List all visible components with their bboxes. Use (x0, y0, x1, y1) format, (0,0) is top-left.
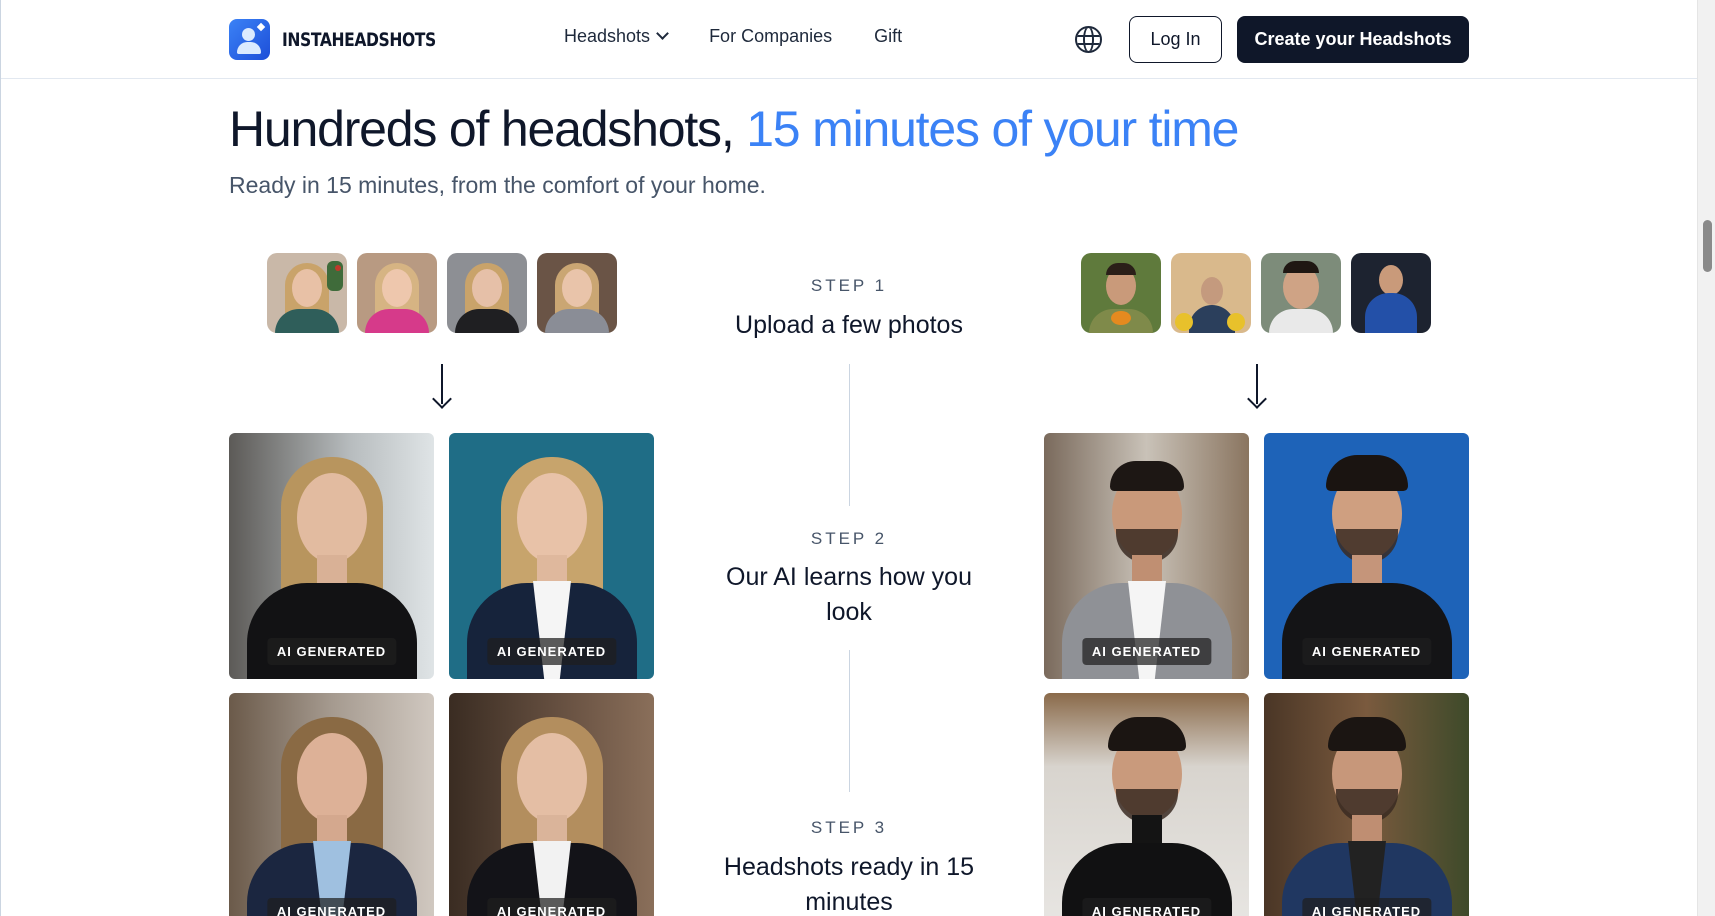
create-headshots-button[interactable]: Create your Headshots (1237, 16, 1469, 63)
ai-headshot-image: AI GENERATED (229, 693, 434, 916)
step-1-label: STEP 1 (810, 276, 888, 295)
ai-generated-badge: AI GENERATED (1301, 898, 1432, 916)
nav-for-companies-label: For Companies (709, 26, 833, 46)
step-2-text: Our AI learns how you look (726, 563, 972, 626)
nav-headshots-label: Headshots (564, 26, 651, 46)
upload-photo-thumbnail (1261, 253, 1341, 333)
page: INSTAHEADSHOTS Headshots For Companies G… (0, 0, 1697, 916)
browser-viewport: INSTAHEADSHOTS Headshots For Companies G… (0, 0, 1715, 916)
ai-generated-badge: AI GENERATED (1301, 638, 1432, 665)
step-1-text: Upload a few photos (735, 311, 963, 339)
ai-generated-badge: AI GENERATED (486, 898, 617, 916)
globe-icon[interactable] (1075, 26, 1102, 53)
vertical-scrollbar[interactable] (1697, 0, 1715, 916)
site-header: INSTAHEADSHOTS Headshots For Companies G… (1, 0, 1697, 79)
page-subtitle: Ready in 15 minutes, from the comfort of… (229, 172, 766, 198)
ai-generated-badge: AI GENERATED (266, 898, 397, 916)
main-nav: Headshots For Companies Gift (564, 26, 944, 47)
upload-photo-thumbnail (1351, 253, 1431, 333)
ai-generated-badge: AI GENERATED (1081, 638, 1212, 665)
upload-photo-thumbnail (267, 253, 347, 333)
brand-name: INSTAHEADSHOTS (282, 28, 436, 51)
login-button[interactable]: Log In (1129, 16, 1222, 63)
nav-gift-label: Gift (874, 26, 903, 46)
ai-generated-badge: AI GENERATED (1081, 898, 1212, 916)
nav-gift[interactable]: Gift (874, 26, 902, 47)
nav-for-companies[interactable]: For Companies (709, 26, 832, 47)
arrow-down-icon (1245, 364, 1269, 409)
upload-photo-thumbnail (1171, 253, 1251, 333)
ai-generated-badge: AI GENERATED (266, 638, 397, 665)
logo-icon (229, 19, 270, 60)
upload-photo-thumbnail (537, 253, 617, 333)
step-3-label: STEP 3 (810, 818, 888, 837)
headline-accent: 15 minutes of your time (746, 101, 1239, 157)
headline-main: Hundreds of headshots, (229, 101, 747, 157)
nav-headshots-dropdown[interactable]: Headshots (564, 26, 669, 47)
step-3-text: Headshots ready in 15 minutes (723, 853, 975, 916)
ai-headshot-image: AI GENERATED (1044, 693, 1249, 916)
ai-headshot-image: AI GENERATED (1264, 433, 1469, 679)
step-2-label: STEP 2 (810, 529, 888, 548)
upload-photo-thumbnail (447, 253, 527, 333)
ai-headshot-image: AI GENERATED (449, 433, 654, 679)
ai-generated-badge: AI GENERATED (486, 638, 617, 665)
scrollbar-thumb[interactable] (1703, 220, 1712, 272)
ai-headshot-image: AI GENERATED (449, 693, 654, 916)
ai-headshot-image: AI GENERATED (229, 433, 434, 679)
ai-headshot-image: AI GENERATED (1044, 433, 1249, 679)
step-divider (849, 650, 850, 792)
arrow-down-icon (430, 364, 454, 409)
upload-photo-thumbnail (1081, 253, 1161, 333)
upload-photo-thumbnail (357, 253, 437, 333)
step-divider (849, 364, 850, 506)
ai-headshot-image: AI GENERATED (1264, 693, 1469, 916)
brand-logo[interactable]: INSTAHEADSHOTS (229, 19, 470, 60)
page-title: Hundreds of headshots, 15 minutes of you… (229, 100, 1239, 158)
chevron-down-icon (656, 27, 669, 40)
